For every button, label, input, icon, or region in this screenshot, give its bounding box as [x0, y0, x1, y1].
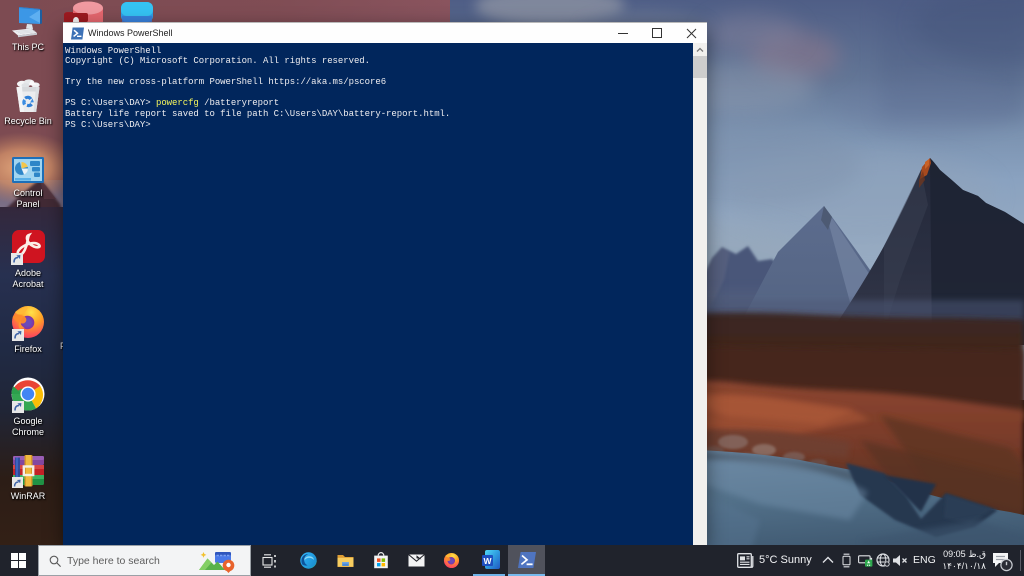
svg-text:W: W	[483, 556, 492, 566]
